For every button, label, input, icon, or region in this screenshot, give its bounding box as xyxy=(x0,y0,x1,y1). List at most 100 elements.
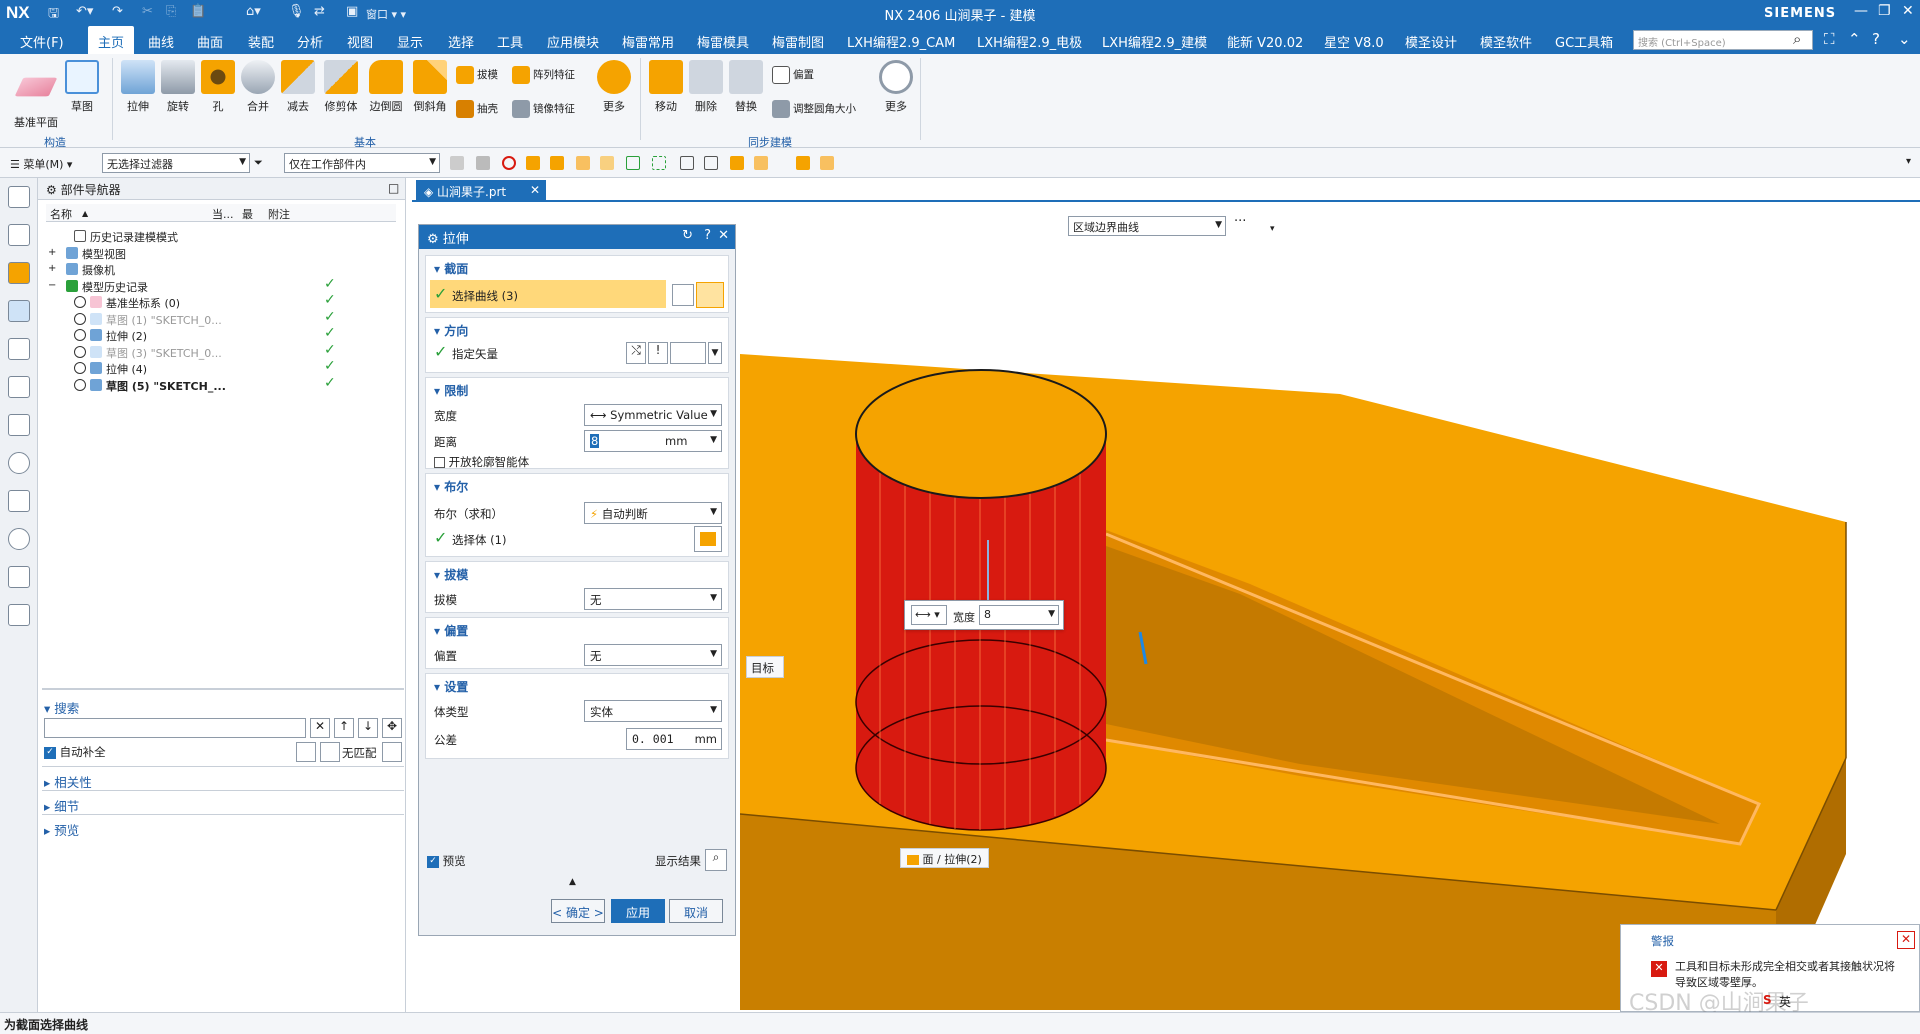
search-options-icon[interactable]: ✥ xyxy=(382,718,402,738)
fullscreen-icon[interactable]: ⛶ xyxy=(1824,30,1835,48)
sketch-button[interactable]: 草图 xyxy=(62,60,102,114)
limits-title[interactable]: ▾ 限制 xyxy=(434,382,468,399)
menu-assembly[interactable]: 装配 xyxy=(248,32,274,51)
preview-checkbox[interactable]: ✓ 预览 xyxy=(427,853,466,869)
expand-icon[interactable]: − xyxy=(48,280,60,292)
shell-button[interactable]: 抽壳 xyxy=(456,100,498,118)
menu-analysis[interactable]: 分析 xyxy=(297,32,323,51)
width-value-input[interactable]: 8 ▼ xyxy=(979,605,1059,625)
sync-more-button[interactable]: 更多 xyxy=(876,60,916,114)
deselect-icon[interactable] xyxy=(476,156,490,170)
menu-curve[interactable]: 曲线 xyxy=(148,32,174,51)
edge-rule-icon[interactable] xyxy=(600,156,614,170)
extrude-button[interactable]: 拉伸 xyxy=(118,60,158,114)
menu-tools[interactable]: 工具 xyxy=(497,32,523,51)
body-rule-icon[interactable] xyxy=(550,156,564,170)
menu-nengxin[interactable]: 能新 V20.02 xyxy=(1227,32,1303,51)
search-section-header[interactable]: ▾ 搜索 xyxy=(44,698,79,717)
symmetric-mode-dropdown[interactable]: ⟷ ▾ xyxy=(911,605,947,625)
search-down-icon[interactable]: ↓ xyxy=(358,718,378,738)
help-icon[interactable]: ? xyxy=(1872,30,1880,48)
visibility-eye-icon[interactable] xyxy=(74,312,86,325)
subtract-button[interactable]: 减去 xyxy=(278,60,318,114)
menu-xingkong[interactable]: 星空 V8.0 xyxy=(1324,32,1384,51)
col-latest[interactable]: 最 xyxy=(242,206,253,222)
expand-icon[interactable]: + xyxy=(48,263,60,275)
menu-view[interactable]: 视图 xyxy=(347,32,373,51)
part-navigator-icon[interactable] xyxy=(8,300,30,322)
toolbar-expand-icon[interactable]: ▾ xyxy=(1906,156,1911,167)
visibility-eye-icon[interactable] xyxy=(74,296,86,308)
trim-body-button[interactable]: 修剪体 xyxy=(318,60,364,114)
menu-meilei-drawing[interactable]: 梅雷制图 xyxy=(772,32,824,51)
match-options-icon[interactable] xyxy=(382,742,402,762)
search-history-icon[interactable] xyxy=(296,742,316,762)
pattern-feature-button[interactable]: 阵列特征 xyxy=(512,66,575,84)
menu-meilei-common[interactable]: 梅雷常用 xyxy=(622,32,674,51)
flip-vector-icon[interactable]: ! xyxy=(648,342,668,364)
face-rule-icon[interactable] xyxy=(526,156,540,170)
ime-icon[interactable]: S xyxy=(1763,993,1772,1007)
vector-dialog-icon[interactable] xyxy=(670,342,706,364)
collapse-icon[interactable]: ▲ xyxy=(569,877,576,887)
offset-dropdown[interactable]: 无 ▼ xyxy=(584,644,722,666)
ime-language[interactable]: 英 xyxy=(1779,993,1791,1010)
distance-input[interactable]: 8 mm ▼ xyxy=(584,430,722,452)
offset-region-button[interactable]: 偏置 xyxy=(772,66,814,84)
visibility-eye-icon[interactable] xyxy=(74,329,86,341)
feature-rule-icon[interactable] xyxy=(576,156,590,170)
resize-blend-button[interactable]: 调整圆角大小 xyxy=(772,100,856,118)
menu-gc-toolbox[interactable]: GC工具箱 xyxy=(1555,32,1613,51)
minimize-icon[interactable]: — xyxy=(1854,3,1868,19)
alert-close-icon[interactable]: ✕ xyxy=(1897,931,1915,949)
search-icon[interactable]: ⌕ xyxy=(1793,30,1801,48)
hole-button[interactable]: 孔 xyxy=(198,60,238,114)
dialog-close-icon[interactable]: ✕ xyxy=(718,228,729,243)
offset-title[interactable]: ▾ 偏置 xyxy=(434,622,468,639)
revolve-button[interactable]: 旋转 xyxy=(158,60,198,114)
dependencies-section[interactable]: ▸ 相关性 xyxy=(44,772,92,791)
details-section[interactable]: ▸ 细节 xyxy=(44,796,79,815)
dropdown-expand-icon[interactable]: ▾ xyxy=(1270,224,1275,234)
reuse-library-icon[interactable] xyxy=(8,338,30,360)
close-tab-icon[interactable]: ✕ xyxy=(530,183,540,197)
autocomplete-checkbox[interactable]: ✓ 自动补全 xyxy=(44,744,106,760)
process-studio-icon[interactable] xyxy=(8,490,30,512)
visibility-eye-icon[interactable] xyxy=(74,362,86,374)
menu-lxh-electrode[interactable]: LXH编程2.9_电极 xyxy=(977,32,1082,51)
navigator-row[interactable]: 草图 (5) "SKETCH_... ✓ xyxy=(46,375,396,395)
maximize-panel-icon[interactable]: □ xyxy=(388,181,399,195)
curve-rule-dropdown[interactable]: 区域边界曲线 ▼ xyxy=(1068,216,1226,236)
hd3d-tools-icon[interactable] xyxy=(8,376,30,398)
select-body-icon[interactable] xyxy=(694,526,722,552)
open-profile-checkbox[interactable]: 开放轮廓智能体 xyxy=(434,454,529,470)
snap-center-icon[interactable] xyxy=(754,156,768,170)
edge-blend-button[interactable]: 边倒圆 xyxy=(364,60,408,114)
apply-button[interactable]: 应用 xyxy=(611,899,665,923)
settings-title[interactable]: ▾ 设置 xyxy=(434,678,468,695)
maximize-icon[interactable]: ❐ xyxy=(1878,3,1891,19)
curve-select-icon[interactable] xyxy=(696,282,724,308)
reset-icon[interactable]: ↻ xyxy=(682,228,693,243)
panel-splitter[interactable] xyxy=(42,688,404,690)
clear-search-icon[interactable]: ✕ xyxy=(310,718,330,738)
menu-mosheng-software[interactable]: 模圣软件 xyxy=(1480,32,1532,51)
body-type-dropdown[interactable]: 实体 ▼ xyxy=(584,700,722,722)
menu-meilei-mold[interactable]: 梅雷模具 xyxy=(697,32,749,51)
snap-end-icon[interactable] xyxy=(704,156,718,170)
menu-file[interactable]: 文件(F) xyxy=(20,32,64,51)
col-name[interactable]: 名称 xyxy=(50,206,72,222)
menu-applications[interactable]: 应用模块 xyxy=(547,32,599,51)
search-up-icon[interactable]: ↑ xyxy=(334,718,354,738)
sketch-section-icon[interactable] xyxy=(672,284,694,306)
preview-section[interactable]: ▸ 预览 xyxy=(44,820,79,839)
constraint-navigator-icon[interactable] xyxy=(8,262,30,284)
replace-face-button[interactable]: 替换 xyxy=(726,60,766,114)
col-current[interactable]: 当... xyxy=(212,206,234,222)
snap-face-icon[interactable] xyxy=(730,156,744,170)
boolean-dropdown[interactable]: ⚡ 自动判断 ▼ xyxy=(584,502,722,524)
view-shade-icon[interactable] xyxy=(820,156,834,170)
curve-rule-icon[interactable] xyxy=(626,156,640,170)
datum-plane-button[interactable]: 基准平面 xyxy=(8,60,64,130)
part-file-tab[interactable]: ◈ 山涧果子.prt ✕ xyxy=(416,180,546,202)
